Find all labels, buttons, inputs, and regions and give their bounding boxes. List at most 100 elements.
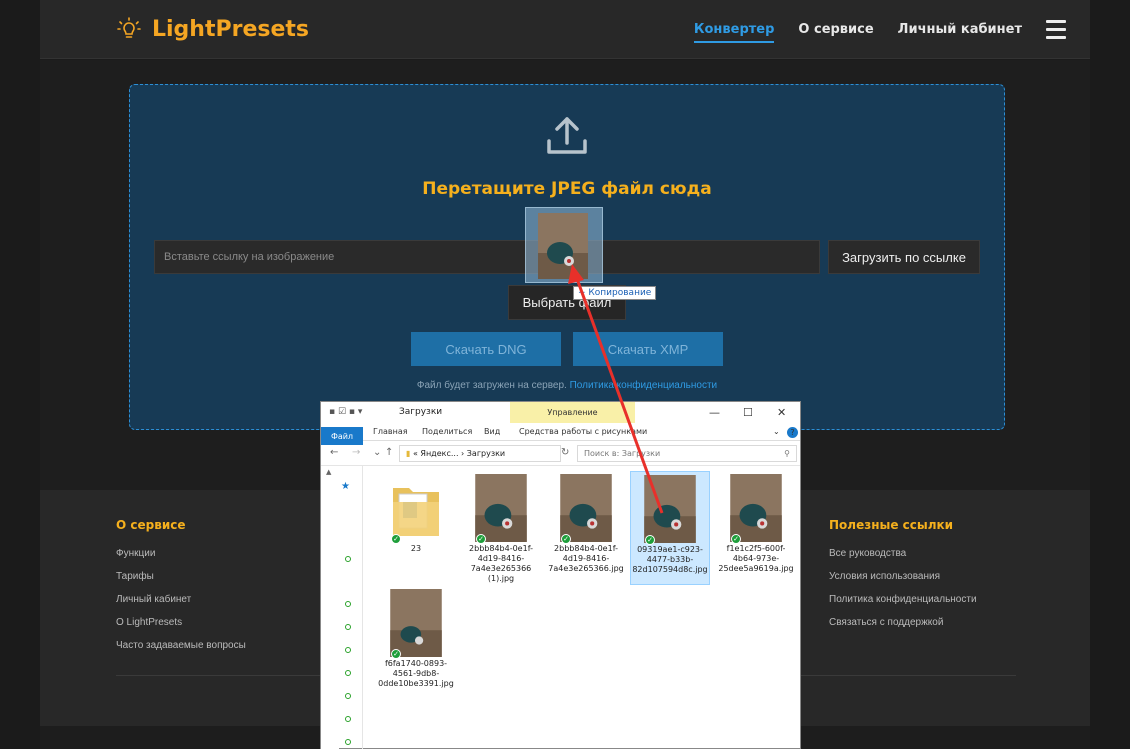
nav-pane-scrollbar[interactable]: ▲ <box>321 466 339 749</box>
file-item-image[interactable]: ✓ f1e1c2f5-600f-4b64-973e-25dee5a9619a.j… <box>716 474 796 574</box>
file-name: 2bbb84b4-0e1f-4d19-8416-7a4e3e265366 (1)… <box>469 544 533 583</box>
ribbon-tab-view[interactable]: Вид <box>484 427 500 436</box>
main-nav: Конвертер О сервисе Личный кабинет <box>670 0 1066 59</box>
folder-icon: ▮ <box>406 449 411 458</box>
footer-link[interactable]: Все руководства <box>829 548 977 559</box>
image-thumb: ✓ <box>559 474 613 544</box>
sync-status-icon <box>345 670 351 676</box>
image-thumb: ✓ <box>729 474 783 544</box>
photo-thumbnail-icon <box>644 475 696 543</box>
photo-thumbnail-icon <box>390 589 442 657</box>
search-placeholder: Поиск в: Загрузки <box>584 449 661 458</box>
manage-tab[interactable]: Управление <box>510 402 635 423</box>
footer-link[interactable]: Условия использования <box>829 571 977 582</box>
footer-link[interactable]: О LightPresets <box>116 617 246 628</box>
ribbon-tab-share[interactable]: Поделиться <box>422 427 472 436</box>
navigation-pane[interactable]: ★ <box>339 466 363 749</box>
file-name: 09319ae1-c923-4477-b33b-82d107594d8c.jpg <box>632 545 708 574</box>
nav-converter[interactable]: Конвертер <box>693 22 775 43</box>
file-item-image[interactable]: ✓ f6fa1740-0893-4561-9db8-0dde10be3391.j… <box>376 589 456 689</box>
footer-link[interactable]: Функции <box>116 548 246 559</box>
download-dng-button[interactable]: Скачать DNG <box>411 332 561 366</box>
drag-ghost-thumbnail <box>525 207 603 283</box>
footer-about-title: О сервисе <box>116 518 186 532</box>
ribbon-tab-home[interactable]: Главная <box>373 427 408 436</box>
notice-text: Файл будет загружен на сервер. <box>416 380 567 391</box>
privacy-policy-link[interactable]: Политика конфиденциальности <box>570 380 718 391</box>
file-explorer-window[interactable]: ▪ ☑ ▪ ▾ Загрузки Управление — ☐ ✕ Файл Г… <box>320 401 801 749</box>
hamburger-menu-icon[interactable] <box>1046 20 1066 39</box>
explorer-title: Загрузки <box>399 407 443 417</box>
sync-status-icon <box>345 556 351 562</box>
file-item-image[interactable]: ✓ 2bbb84b4-0e1f-4d19-8416-7a4e3e265366 (… <box>461 474 541 584</box>
address-segment[interactable]: Яндекс... <box>420 449 458 458</box>
quick-access-icons[interactable]: ▪ ☑ ▪ ▾ <box>329 407 362 417</box>
footer-link[interactable]: Часто задаваемые вопросы <box>116 640 246 651</box>
dropzone-title: Перетащите JPEG файл сюда <box>422 179 712 199</box>
forward-icon[interactable]: → <box>352 447 360 458</box>
sync-status-icon <box>345 716 351 722</box>
close-icon[interactable]: ✕ <box>777 406 786 419</box>
footer-useful-title: Полезные ссылки <box>829 518 954 532</box>
image-url-input[interactable] <box>154 240 820 274</box>
image-thumb: ✓ <box>389 589 443 659</box>
upload-notice: Файл будет загружен на сервер. Политика … <box>130 380 1004 391</box>
footer-about: О сервисе Функции Тарифы Личный кабинет … <box>116 518 246 663</box>
lightbulb-icon <box>117 17 141 38</box>
address-bar[interactable]: ▮ « Яндекс... › Загрузки <box>399 445 561 462</box>
sync-check-icon: ✓ <box>731 534 741 544</box>
image-thumb: ✓ <box>643 475 697 545</box>
footer-useful: Полезные ссылки Все руководства Условия … <box>829 518 977 640</box>
footer-link[interactable]: Тарифы <box>116 571 246 582</box>
logo[interactable]: LightPresets <box>116 16 309 42</box>
up-icon[interactable]: ↑ <box>385 447 393 458</box>
ribbon-tab-picture-tools[interactable]: Средства работы с рисунками <box>519 427 647 436</box>
load-by-url-button[interactable]: Загрузить по ссылке <box>828 240 980 274</box>
sync-check-icon: ✓ <box>391 649 401 659</box>
file-item-image[interactable]: ✓ 2bbb84b4-0e1f-4d19-8416-7a4e3e265366.j… <box>546 474 626 574</box>
address-row: ← → ⌄ ↑ ▮ « Яндекс... › Загрузки ↻ Поиск… <box>321 442 800 466</box>
photo-thumbnail-icon <box>560 474 612 542</box>
dropdown-icon[interactable]: ⌄ <box>373 447 381 458</box>
file-item-folder[interactable]: ✓ 23 <box>376 474 456 554</box>
sync-check-icon: ✓ <box>391 534 401 544</box>
nav-about[interactable]: О сервисе <box>798 22 873 37</box>
help-icon[interactable]: ? <box>787 427 798 438</box>
footer-link[interactable]: Политика конфиденциальности <box>829 594 977 605</box>
folder-icon <box>393 488 439 536</box>
sync-check-icon: ✓ <box>476 534 486 544</box>
file-item-image-selected[interactable]: ✓ 09319ae1-c923-4477-b33b-82d107594d8c.j… <box>630 471 710 585</box>
sync-check-icon: ✓ <box>645 535 655 545</box>
file-name: 2bbb84b4-0e1f-4d19-8416-7a4e3e265366.jpg <box>548 544 624 573</box>
sync-status-icon <box>345 624 351 630</box>
copy-tooltip: + Копирование <box>573 286 657 300</box>
file-name: f1e1c2f5-600f-4b64-973e-25dee5a9619a.jpg <box>718 544 794 573</box>
image-thumb: ✓ <box>474 474 528 544</box>
explorer-search-input[interactable]: Поиск в: Загрузки ⚲ <box>577 445 797 462</box>
back-icon[interactable]: ← <box>330 447 338 458</box>
file-name: f6fa1740-0893-4561-9db8-0dde10be3391.jpg <box>378 659 454 688</box>
address-segment[interactable]: Загрузки <box>467 449 505 458</box>
sync-status-icon <box>345 601 351 607</box>
minimize-icon[interactable]: — <box>709 406 720 419</box>
photo-thumbnail-icon <box>730 474 782 542</box>
logo-text: LightPresets <box>152 16 310 42</box>
sync-status-icon <box>345 739 351 745</box>
maximize-icon[interactable]: ☐ <box>743 406 753 419</box>
search-icon: ⚲ <box>784 449 790 458</box>
ribbon-tabs: Файл Главная Поделиться Вид Средства раб… <box>321 423 800 445</box>
photo-thumbnail-icon <box>475 474 527 542</box>
download-xmp-button[interactable]: Скачать XMP <box>573 332 723 366</box>
nav-account[interactable]: Личный кабинет <box>898 22 1022 37</box>
site-header: LightPresets Конвертер О сервисе Личный … <box>40 0 1090 59</box>
upload-icon <box>547 117 587 154</box>
footer-link[interactable]: Связаться с поддержкой <box>829 617 977 628</box>
refresh-icon[interactable]: ↻ <box>561 447 569 458</box>
explorer-titlebar: ▪ ☑ ▪ ▾ Загрузки Управление — ☐ ✕ <box>321 402 800 423</box>
footer-link[interactable]: Личный кабинет <box>116 594 246 605</box>
folder-thumb: ✓ <box>389 474 443 544</box>
sync-status-icon <box>345 693 351 699</box>
photo-thumbnail-icon <box>538 213 588 279</box>
ribbon-expand-icon[interactable]: ⌄ <box>773 427 780 436</box>
star-icon[interactable]: ★ <box>341 481 350 492</box>
